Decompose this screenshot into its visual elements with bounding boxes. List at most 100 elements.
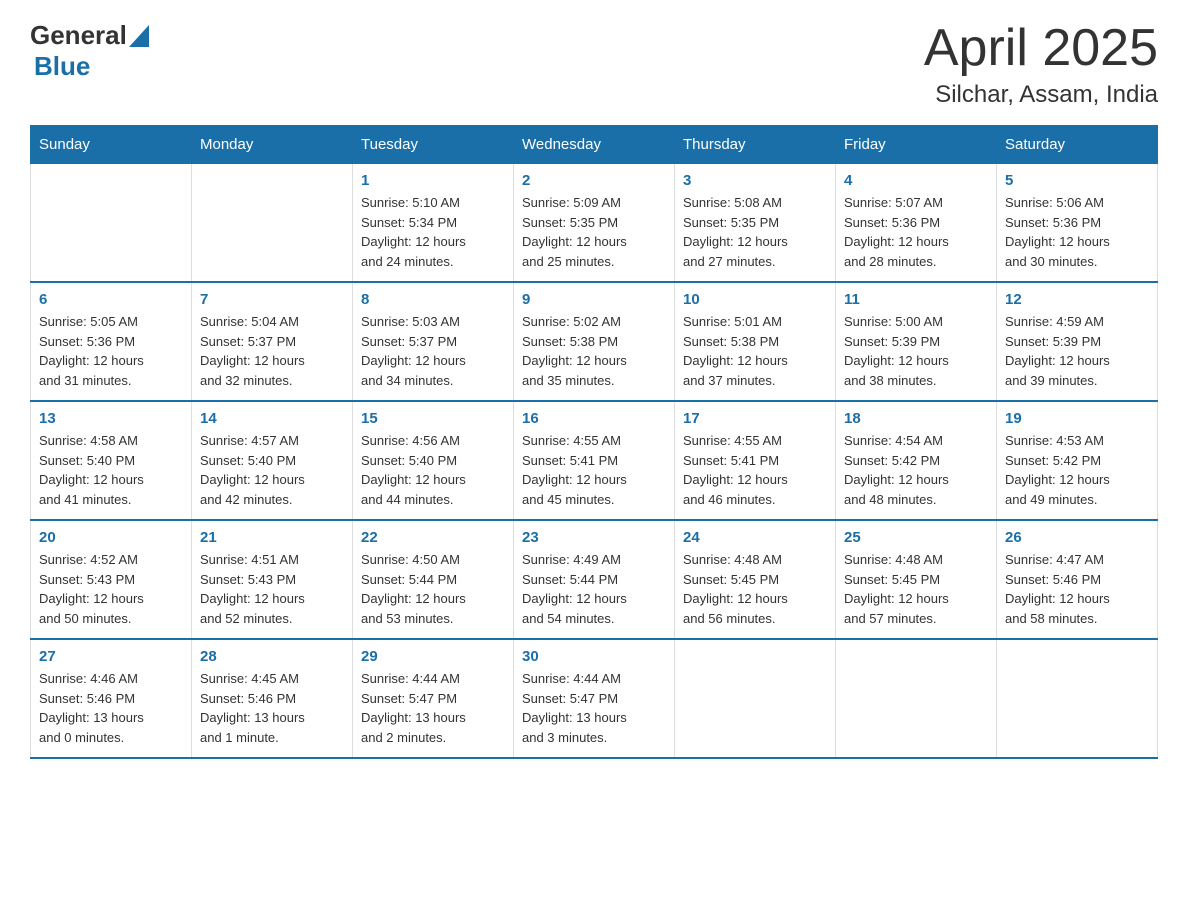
calendar-cell: 6 Sunrise: 5:05 AMSunset: 5:36 PMDaylight… [31, 282, 192, 401]
weekday-header-saturday: Saturday [997, 126, 1158, 164]
logo: General Blue [30, 20, 149, 82]
day-info: Sunrise: 4:59 AMSunset: 5:39 PMDaylight:… [1005, 312, 1149, 390]
weekday-header-tuesday: Tuesday [353, 126, 514, 164]
day-info: Sunrise: 5:09 AMSunset: 5:35 PMDaylight:… [522, 193, 666, 271]
calendar-cell [836, 639, 997, 758]
calendar-cell: 24 Sunrise: 4:48 AMSunset: 5:45 PMDayligh… [675, 520, 836, 639]
calendar-cell: 2 Sunrise: 5:09 AMSunset: 5:35 PMDaylight… [514, 164, 675, 283]
calendar-cell: 5 Sunrise: 5:06 AMSunset: 5:36 PMDaylight… [997, 164, 1158, 283]
calendar-cell: 15 Sunrise: 4:56 AMSunset: 5:40 PMDayligh… [353, 401, 514, 520]
day-info: Sunrise: 4:53 AMSunset: 5:42 PMDaylight:… [1005, 431, 1149, 509]
weekday-header-thursday: Thursday [675, 126, 836, 164]
calendar-week-row: 27 Sunrise: 4:46 AMSunset: 5:46 PMDayligh… [31, 639, 1158, 758]
day-info: Sunrise: 5:08 AMSunset: 5:35 PMDaylight:… [683, 193, 827, 271]
weekday-header-friday: Friday [836, 126, 997, 164]
calendar-cell: 20 Sunrise: 4:52 AMSunset: 5:43 PMDayligh… [31, 520, 192, 639]
calendar-cell: 14 Sunrise: 4:57 AMSunset: 5:40 PMDayligh… [192, 401, 353, 520]
day-info: Sunrise: 4:44 AMSunset: 5:47 PMDaylight:… [361, 669, 505, 747]
title-block: April 2025 Silchar, Assam, India [924, 20, 1158, 109]
calendar-cell: 29 Sunrise: 4:44 AMSunset: 5:47 PMDayligh… [353, 639, 514, 758]
weekday-header-monday: Monday [192, 126, 353, 164]
calendar-cell [997, 639, 1158, 758]
calendar-cell: 8 Sunrise: 5:03 AMSunset: 5:37 PMDaylight… [353, 282, 514, 401]
day-number: 26 [1005, 529, 1149, 546]
calendar-week-row: 20 Sunrise: 4:52 AMSunset: 5:43 PMDayligh… [31, 520, 1158, 639]
calendar-subtitle: Silchar, Assam, India [924, 81, 1158, 109]
calendar-cell: 28Sunrise: 4:45 AMSunset: 5:46 PMDayligh… [192, 639, 353, 758]
day-number: 1 [361, 172, 505, 189]
calendar-cell: 9Sunrise: 5:02 AMSunset: 5:38 PMDaylight… [514, 282, 675, 401]
day-info: Sunrise: 4:51 AMSunset: 5:43 PMDaylight:… [200, 550, 344, 628]
calendar-cell: 26 Sunrise: 4:47 AMSunset: 5:46 PMDayligh… [997, 520, 1158, 639]
day-info: Sunrise: 4:47 AMSunset: 5:46 PMDaylight:… [1005, 550, 1149, 628]
calendar-cell: 18Sunrise: 4:54 AMSunset: 5:42 PMDayligh… [836, 401, 997, 520]
calendar-table: SundayMondayTuesdayWednesdayThursdayFrid… [30, 125, 1158, 759]
calendar-cell [31, 164, 192, 283]
day-number: 17 [683, 410, 827, 427]
calendar-cell: 3 Sunrise: 5:08 AMSunset: 5:35 PMDaylight… [675, 164, 836, 283]
calendar-cell: 16Sunrise: 4:55 AMSunset: 5:41 PMDayligh… [514, 401, 675, 520]
calendar-cell: 23 Sunrise: 4:49 AMSunset: 5:44 PMDayligh… [514, 520, 675, 639]
day-info: Sunrise: 4:55 AMSunset: 5:41 PMDaylight:… [683, 431, 827, 509]
calendar-cell [675, 639, 836, 758]
calendar-week-row: 13 Sunrise: 4:58 AMSunset: 5:40 PMDayligh… [31, 401, 1158, 520]
calendar-week-row: 6 Sunrise: 5:05 AMSunset: 5:36 PMDaylight… [31, 282, 1158, 401]
day-number: 13 [39, 410, 183, 427]
page-header: General Blue April 2025 Silchar, Assam, … [30, 20, 1158, 109]
day-number: 10 [683, 291, 827, 308]
calendar-cell: 30Sunrise: 4:44 AMSunset: 5:47 PMDayligh… [514, 639, 675, 758]
day-number: 12 [1005, 291, 1149, 308]
day-number: 2 [522, 172, 666, 189]
day-number: 29 [361, 648, 505, 665]
day-info: Sunrise: 4:56 AMSunset: 5:40 PMDaylight:… [361, 431, 505, 509]
day-number: 24 [683, 529, 827, 546]
day-info: Sunrise: 4:58 AMSunset: 5:40 PMDaylight:… [39, 431, 183, 509]
calendar-cell: 11Sunrise: 5:00 AMSunset: 5:39 PMDayligh… [836, 282, 997, 401]
day-info: Sunrise: 4:46 AMSunset: 5:46 PMDaylight:… [39, 669, 183, 747]
logo-triangle-icon [129, 25, 149, 47]
day-number: 25 [844, 529, 988, 546]
day-number: 8 [361, 291, 505, 308]
calendar-cell: 4 Sunrise: 5:07 AMSunset: 5:36 PMDaylight… [836, 164, 997, 283]
calendar-cell: 10 Sunrise: 5:01 AMSunset: 5:38 PMDayligh… [675, 282, 836, 401]
day-number: 5 [1005, 172, 1149, 189]
day-number: 23 [522, 529, 666, 546]
day-info: Sunrise: 5:10 AMSunset: 5:34 PMDaylight:… [361, 193, 505, 271]
day-number: 6 [39, 291, 183, 308]
weekday-header-sunday: Sunday [31, 126, 192, 164]
calendar-week-row: 1 Sunrise: 5:10 AMSunset: 5:34 PMDaylight… [31, 164, 1158, 283]
calendar-cell [192, 164, 353, 283]
day-info: Sunrise: 5:02 AMSunset: 5:38 PMDaylight:… [522, 312, 666, 390]
day-number: 22 [361, 529, 505, 546]
day-info: Sunrise: 4:44 AMSunset: 5:47 PMDaylight:… [522, 669, 666, 747]
calendar-cell: 1 Sunrise: 5:10 AMSunset: 5:34 PMDaylight… [353, 164, 514, 283]
calendar-cell: 22Sunrise: 4:50 AMSunset: 5:44 PMDayligh… [353, 520, 514, 639]
day-info: Sunrise: 4:45 AMSunset: 5:46 PMDaylight:… [200, 669, 344, 747]
day-info: Sunrise: 5:06 AMSunset: 5:36 PMDaylight:… [1005, 193, 1149, 271]
day-info: Sunrise: 4:57 AMSunset: 5:40 PMDaylight:… [200, 431, 344, 509]
day-info: Sunrise: 5:07 AMSunset: 5:36 PMDaylight:… [844, 193, 988, 271]
day-info: Sunrise: 4:48 AMSunset: 5:45 PMDaylight:… [683, 550, 827, 628]
day-info: Sunrise: 4:48 AMSunset: 5:45 PMDaylight:… [844, 550, 988, 628]
day-number: 11 [844, 291, 988, 308]
day-number: 3 [683, 172, 827, 189]
day-number: 14 [200, 410, 344, 427]
calendar-cell: 7Sunrise: 5:04 AMSunset: 5:37 PMDaylight… [192, 282, 353, 401]
calendar-cell: 12 Sunrise: 4:59 AMSunset: 5:39 PMDayligh… [997, 282, 1158, 401]
calendar-cell: 27 Sunrise: 4:46 AMSunset: 5:46 PMDayligh… [31, 639, 192, 758]
day-number: 27 [39, 648, 183, 665]
day-number: 15 [361, 410, 505, 427]
day-info: Sunrise: 4:55 AMSunset: 5:41 PMDaylight:… [522, 431, 666, 509]
day-info: Sunrise: 5:01 AMSunset: 5:38 PMDaylight:… [683, 312, 827, 390]
day-info: Sunrise: 5:05 AMSunset: 5:36 PMDaylight:… [39, 312, 183, 390]
day-info: Sunrise: 5:03 AMSunset: 5:37 PMDaylight:… [361, 312, 505, 390]
day-info: Sunrise: 4:52 AMSunset: 5:43 PMDaylight:… [39, 550, 183, 628]
weekday-header-wednesday: Wednesday [514, 126, 675, 164]
logo-icon: General Blue [30, 20, 149, 82]
day-number: 18 [844, 410, 988, 427]
day-number: 4 [844, 172, 988, 189]
day-info: Sunrise: 4:49 AMSunset: 5:44 PMDaylight:… [522, 550, 666, 628]
day-number: 21 [200, 529, 344, 546]
day-number: 20 [39, 529, 183, 546]
calendar-title: April 2025 [924, 20, 1158, 77]
